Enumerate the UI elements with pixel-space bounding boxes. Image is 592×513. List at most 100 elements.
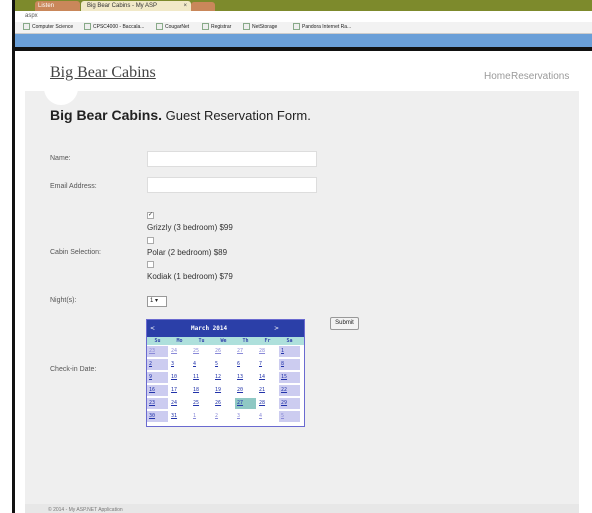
calendar-next-month-link[interactable]: > — [274, 325, 279, 332]
calendar-day-number: 2 — [149, 361, 153, 367]
calendar-day[interactable]: 4 — [257, 411, 278, 422]
calendar-day-number: 29 — [281, 400, 288, 406]
calendar-day[interactable]: 30 — [147, 411, 168, 422]
calendar-day-number: 9 — [149, 374, 153, 380]
calendar-day[interactable]: 23 — [147, 398, 168, 409]
calendar-weekday-fr: Fr — [264, 338, 271, 344]
calendar-day[interactable]: 2 — [147, 359, 168, 370]
calendar-day[interactable]: 5 — [213, 359, 234, 370]
tab-listen[interactable]: Listen — [35, 1, 80, 11]
page-icon — [84, 23, 91, 31]
calendar-day-number: 30 — [149, 413, 156, 419]
favorite-computer-science[interactable]: Computer Science — [23, 22, 73, 33]
calendar-day[interactable]: 16 — [147, 385, 168, 396]
calendar-day[interactable]: 20 — [235, 385, 256, 396]
calendar-day[interactable]: 2 — [213, 411, 234, 422]
favorite-registrar[interactable]: Registrar — [202, 22, 231, 33]
calendar-day[interactable]: 13 — [235, 372, 256, 383]
calendar-weekday-su: Su — [154, 338, 161, 344]
calendar-weekday-row: Su Mo Tu We Th Fr Sa — [147, 337, 304, 345]
calendar-day-number: 24 — [171, 400, 178, 406]
calendar-day[interactable]: 28 — [257, 398, 278, 409]
calendar-day[interactable]: 22 — [279, 385, 300, 396]
calendar-day[interactable]: 26 — [213, 346, 234, 357]
email-input[interactable] — [147, 177, 317, 193]
tab-big-bear-cabins[interactable]: Big Bear Cabins - My ASP × — [81, 1, 191, 11]
calendar-weekday-mo: Mo — [176, 338, 183, 344]
calendar-day[interactable]: 4 — [191, 359, 212, 370]
calendar-day[interactable]: 25 — [191, 346, 212, 357]
calendar-day-number: 14 — [259, 374, 266, 380]
heading-bold: Big Bear Cabins. — [50, 107, 163, 123]
calendar-day[interactable]: 3 — [169, 359, 190, 370]
checkin-date-label: Check-in Date: — [50, 366, 97, 373]
pandora-icon — [293, 23, 300, 31]
calendar-day[interactable]: 10 — [169, 372, 190, 383]
calendar-day[interactable]: 1 — [191, 411, 212, 422]
browser-window: Listen Big Bear Cabins - My ASP × aspx C… — [0, 0, 592, 513]
calendar-day[interactable]: 27 — [235, 398, 256, 409]
calendar-weekday-sa: Sa — [286, 338, 293, 344]
calendar-day-number: 26 — [215, 348, 222, 354]
submit-button[interactable]: Submit — [330, 317, 359, 330]
calendar-day[interactable]: 15 — [279, 372, 300, 383]
grizzly-checkbox[interactable]: ✓ — [147, 212, 154, 219]
name-label: Name: — [50, 155, 71, 162]
calendar-day-number: 4 — [193, 361, 197, 367]
nav-reservations-link[interactable]: Reservations — [511, 71, 569, 82]
calendar-day[interactable]: 14 — [257, 372, 278, 383]
calendar-day-number: 2 — [215, 413, 219, 419]
polar-checkbox[interactable] — [147, 237, 154, 244]
calendar-day[interactable]: 24 — [169, 398, 190, 409]
calendar-month-title: March 2014 — [191, 325, 228, 332]
favorite-label: CPSC4000 - Baccala... — [93, 24, 145, 30]
calendar-day[interactable]: 11 — [191, 372, 212, 383]
site-title-link[interactable]: Big Bear Cabins — [50, 64, 156, 82]
bookmark-icon — [202, 23, 209, 31]
page-icon — [243, 23, 250, 31]
calendar-day[interactable]: 7 — [257, 359, 278, 370]
favorite-label: Pandora Internet Ra... — [302, 24, 352, 30]
nav-home-link[interactable]: Home — [484, 71, 511, 82]
new-tab-button[interactable] — [191, 2, 215, 11]
calendar-day[interactable]: 24 — [169, 346, 190, 357]
kodiak-checkbox[interactable] — [147, 261, 154, 268]
calendar-day[interactable]: 8 — [279, 359, 300, 370]
calendar-day[interactable]: 3 — [235, 411, 256, 422]
calendar-day-number: 28 — [259, 400, 266, 406]
calendar-day-number: 5 — [215, 361, 219, 367]
favorite-label: CougarNet — [165, 24, 190, 30]
calendar-day[interactable]: 21 — [257, 385, 278, 396]
calendar-day[interactable]: 17 — [169, 385, 190, 396]
calendar-day[interactable]: 1 — [279, 346, 300, 357]
tab-close-icon[interactable]: × — [183, 1, 187, 11]
nights-select[interactable]: 1 ▾ — [147, 296, 167, 307]
favorite-cpsc4000[interactable]: CPSC4000 - Baccala... — [84, 22, 144, 33]
favorite-cougarnet[interactable]: CougarNet — [156, 22, 189, 33]
calendar-day[interactable]: 23 — [147, 346, 168, 357]
name-input[interactable] — [147, 151, 317, 167]
favorite-pandora[interactable]: Pandora Internet Ra... — [293, 22, 351, 33]
page-heading: Big Bear Cabins. Guest Reservation Form. — [50, 107, 311, 123]
favorite-netstorage[interactable]: NetStorage — [243, 22, 277, 33]
browser-toolbar-band — [15, 34, 592, 47]
calendar-day[interactable]: 25 — [191, 398, 212, 409]
calendar-day[interactable]: 26 — [213, 398, 234, 409]
calendar-day[interactable]: 6 — [235, 359, 256, 370]
calendar-day[interactable]: 12 — [213, 372, 234, 383]
calendar-day-number: 3 — [171, 361, 175, 367]
calendar-day[interactable]: 19 — [213, 385, 234, 396]
calendar-day-number: 31 — [171, 413, 178, 419]
calendar-day[interactable]: 9 — [147, 372, 168, 383]
calendar-day-number: 7 — [259, 361, 263, 367]
calendar-day[interactable]: 31 — [169, 411, 190, 422]
calendar-prev-month-link[interactable]: < — [150, 325, 155, 332]
calendar-day[interactable]: 18 — [191, 385, 212, 396]
calendar-day[interactable]: 5 — [279, 411, 300, 422]
kodiak-option-label: Kodiak (1 bedroom) $79 — [147, 272, 233, 281]
calendar-day[interactable]: 29 — [279, 398, 300, 409]
calendar-day[interactable]: 28 — [257, 346, 278, 357]
tab-label: Listen — [38, 3, 55, 9]
checkin-calendar: < March 2014 > Su Mo Tu We Th Fr Sa 23 24 25 26 27… — [146, 319, 305, 427]
calendar-day[interactable]: 27 — [235, 346, 256, 357]
